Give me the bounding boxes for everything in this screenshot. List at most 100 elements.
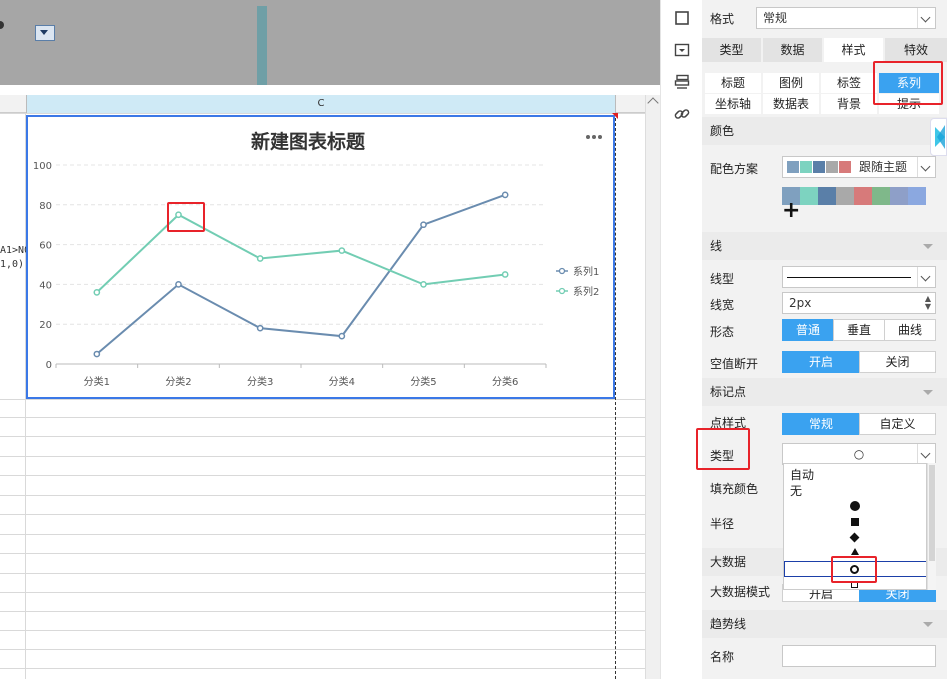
data-point[interactable] [256,324,264,332]
column-header-c[interactable]: C [26,95,616,113]
null-break-label: 空值断开 [710,357,759,371]
data-point[interactable] [420,281,427,288]
marker-type-select[interactable]: ○ [782,443,936,465]
tab-type[interactable]: 类型 [702,38,761,62]
shape-label: 形态 [710,325,735,339]
triangle-filled-icon[interactable] [851,548,859,555]
radius-label: 半径 [710,517,735,531]
data-point[interactable] [338,247,346,254]
point-style-custom-button[interactable]: 自定义 [859,413,936,435]
stepper-icon[interactable]: ▲ ▼ [925,295,931,311]
circle-filled-icon[interactable] [850,501,860,511]
dropdown-scroll-thumb[interactable] [929,465,935,561]
palette-swatch[interactable] [854,187,872,205]
null-break-on-button[interactable]: 开启 [782,351,860,373]
legend-label[interactable]: 系列1 [573,265,599,278]
data-point[interactable] [256,255,264,262]
data-point[interactable] [420,221,427,229]
scroll-up-icon[interactable] [647,97,659,109]
series-line [96,213,506,294]
toolbar-gap [0,85,660,95]
palette-swatch[interactable] [800,187,818,205]
palette-swatch[interactable] [872,187,890,205]
shape-normal-button[interactable]: 普通 [782,319,834,341]
grid-row-line [0,668,645,669]
palette-swatch[interactable] [818,187,836,205]
collapse-arrow-icon[interactable] [923,244,933,254]
tab-data[interactable]: 数据 [763,38,822,62]
subtab-title[interactable]: 标题 [705,73,761,93]
layers-icon[interactable] [674,74,690,90]
y-tick-label: 100 [33,161,52,172]
square-icon[interactable] [674,10,690,26]
cell-formula-text[interactable]: 1,0) [0,259,24,270]
chevron-down-icon[interactable] [917,8,935,28]
section-marker-title: 标记点 [710,385,747,399]
chevron-down-icon[interactable] [917,444,935,464]
shape-curve-button[interactable]: 曲线 [884,319,936,341]
radio-dot-icon[interactable] [0,21,4,29]
collapse-arrow-icon[interactable] [923,622,933,632]
chevron-down-icon[interactable] [917,157,935,177]
dropdown-scrollbar[interactable] [927,463,936,590]
section-line[interactable]: 线 [702,232,947,260]
grid-row-line [0,436,645,437]
color-scheme-select[interactable]: 跟随主题 [782,156,936,178]
marker-option-none[interactable]: 无 [790,482,802,499]
line-type-select[interactable] [782,266,936,288]
chevron-down-icon[interactable] [917,267,935,287]
add-color-button[interactable]: + [782,200,800,222]
x-tick-label: 分类5 [410,375,436,388]
point-style-normal-button[interactable]: 常规 [782,413,860,435]
palette-swatch[interactable] [908,187,926,205]
data-point[interactable] [93,350,101,358]
section-marker[interactable]: 标记点 [702,378,947,406]
floating-app-icon[interactable] [930,118,947,156]
grid-row-line [0,592,645,593]
scheme-swatch [787,161,799,173]
x-tick-label: 分类1 [84,375,110,388]
chart-container[interactable]: 新建图表标题 0 20 40 60 80 100 分类1 分类2 分类3 分类4 分类5 分类6 系列1… [26,115,615,399]
line-width-input[interactable]: 2px ▲ ▼ [782,292,936,314]
splitter-handle[interactable] [257,6,267,85]
section-color[interactable]: 颜色 [702,117,947,145]
square-filled-icon[interactable] [851,518,859,526]
marker-option-auto[interactable]: 自动 [790,466,814,483]
data-point[interactable] [501,271,509,278]
data-point[interactable] [93,289,101,296]
toolbar-dropdown-button[interactable] [35,25,55,41]
grid-row-line [0,534,645,535]
subtab-datatable[interactable]: 数据表 [763,94,819,114]
shape-vertical-button[interactable]: 垂直 [833,319,885,341]
legend-label[interactable]: 系列2 [573,285,599,298]
diamond-filled-icon[interactable] [849,532,860,543]
collapse-arrow-icon[interactable] [923,390,933,400]
grid-row-line [0,495,645,496]
scheme-swatch [813,161,825,173]
section-trend-line[interactable]: 趋势线 [702,610,947,638]
grid-row-line [0,113,645,114]
data-point[interactable] [338,332,346,340]
tab-style[interactable]: 样式 [824,38,883,62]
chart-title[interactable]: 新建图表标题 [251,130,365,153]
data-point[interactable] [175,281,182,288]
subtab-legend[interactable]: 图例 [763,73,819,93]
scheme-swatch [800,161,812,173]
section-color-title: 颜色 [710,124,735,138]
null-break-off-button[interactable]: 关闭 [859,351,936,373]
more-dots-icon[interactable] [586,135,602,139]
line-chart: 新建图表标题 0 20 40 60 80 100 分类1 分类2 分类3 分类4 分类5 分类6 系列1… [33,130,602,388]
subtab-axis[interactable]: 坐标轴 [705,94,761,114]
dropdown-box-icon[interactable] [674,42,690,58]
format-select[interactable]: 常规 [756,7,936,29]
palette-swatch[interactable] [890,187,908,205]
trend-name-input[interactable] [782,645,936,667]
palette-swatch[interactable] [836,187,854,205]
vertical-scrollbar[interactable] [645,95,660,679]
subtab-label[interactable]: 标签 [821,73,877,93]
subtab-background[interactable]: 背景 [821,94,877,114]
link-icon[interactable] [674,106,690,122]
tab-effect[interactable]: 特效 [885,38,947,62]
line-width-label: 线宽 [710,298,735,312]
data-point[interactable] [501,191,509,199]
